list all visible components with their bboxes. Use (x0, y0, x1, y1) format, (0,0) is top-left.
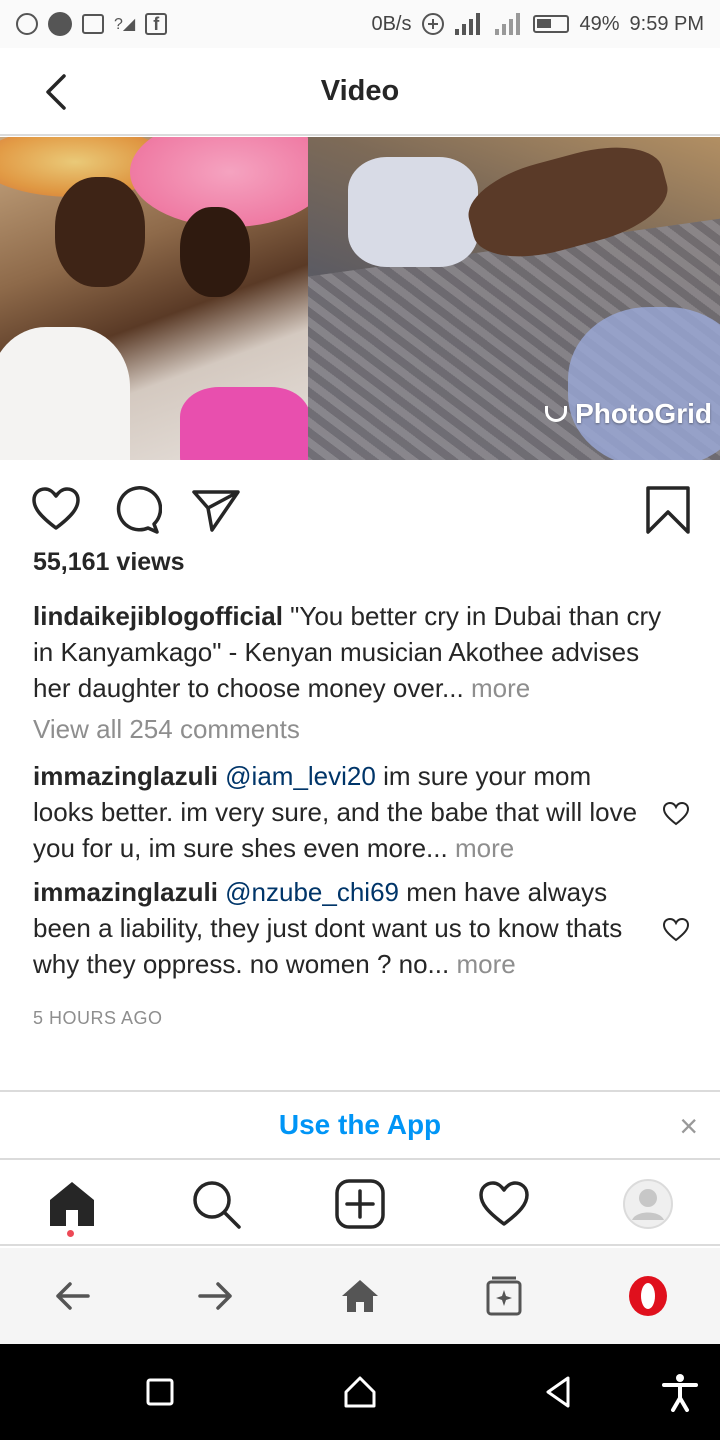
profile-avatar[interactable] (622, 1178, 674, 1230)
recents-square-icon[interactable] (140, 1372, 180, 1412)
post-actions (0, 478, 720, 538)
view-count: 55,161 views (33, 548, 185, 576)
use-app-banner: Use the App × (0, 1090, 720, 1160)
comment-mention[interactable]: @iam_levi20 (225, 761, 376, 791)
photogrid-watermark: PhotoGrid (545, 398, 712, 430)
comment-like-heart-icon[interactable] (662, 800, 690, 828)
save-bookmark-icon[interactable] (642, 484, 694, 536)
page-header: Video (0, 48, 720, 136)
app-notification-icon (48, 12, 72, 36)
back-button[interactable] (38, 72, 78, 112)
facebook-notification-icon: f (145, 13, 168, 35)
opera-menu-icon[interactable] (626, 1274, 670, 1318)
search-icon[interactable] (190, 1178, 242, 1230)
comment-item: immazinglazuli @nzube_chi69 men have alw… (33, 874, 643, 982)
signal-icon (455, 13, 481, 35)
system-home-icon[interactable] (340, 1372, 380, 1412)
like-heart-icon[interactable] (30, 484, 82, 536)
caption-more-link[interactable]: more (471, 673, 530, 703)
battery-icon (533, 15, 570, 33)
view-all-comments-link[interactable]: View all 254 comments (33, 714, 300, 745)
comment-item: immazinglazuli @iam_levi20 im sure your … (33, 758, 643, 866)
system-back-triangle-icon[interactable] (538, 1372, 578, 1412)
browser-back-arrow-icon[interactable] (50, 1274, 94, 1318)
home-active-indicator (67, 1230, 74, 1237)
home-icon[interactable] (46, 1178, 98, 1230)
data-saver-icon (422, 13, 445, 35)
network-speed: 0B/s (371, 12, 412, 35)
comment-username[interactable]: immazinglazuli (33, 877, 218, 907)
post-caption: lindaikejiblogofficial "You better cry i… (33, 598, 683, 706)
status-bar: ?◢ f 0B/s 49% 9:59 PM (0, 0, 720, 48)
accessibility-icon[interactable] (660, 1372, 700, 1412)
signal-icon-secondary (495, 13, 521, 35)
no-signal-icon: ?◢ (114, 16, 136, 33)
system-nav-bar (0, 1344, 720, 1440)
comment-username[interactable]: immazinglazuli (33, 761, 218, 791)
image-notification-icon (82, 14, 104, 34)
chat-notification-icon (16, 13, 38, 35)
browser-toolbar (0, 1248, 720, 1344)
video-frame-left (0, 137, 308, 460)
clock: 9:59 PM (629, 12, 704, 35)
instagram-bottom-nav (0, 1160, 720, 1246)
comment-more-link[interactable]: more (456, 949, 515, 979)
smile-icon (545, 406, 568, 422)
video-frame-right: PhotoGrid (308, 137, 720, 460)
video-player[interactable]: PhotoGrid (0, 137, 720, 460)
browser-forward-arrow-icon[interactable] (194, 1274, 238, 1318)
share-send-icon[interactable] (190, 484, 242, 536)
activity-heart-icon[interactable] (478, 1178, 530, 1230)
comment-mention[interactable]: @nzube_chi69 (225, 877, 399, 907)
comment-like-heart-icon[interactable] (662, 916, 690, 944)
comment-bubble-icon[interactable] (110, 484, 162, 536)
post-timestamp: 5 HOURS AGO (33, 1008, 163, 1028)
comment-more-link[interactable]: more (455, 833, 514, 863)
close-icon[interactable]: × (679, 1110, 698, 1142)
browser-home-icon[interactable] (338, 1274, 382, 1318)
use-the-app-link[interactable]: Use the App (279, 1109, 441, 1141)
new-post-icon[interactable] (334, 1178, 386, 1230)
battery-percent: 49% (579, 12, 620, 35)
browser-tabs-icon[interactable] (482, 1274, 526, 1318)
caption-username[interactable]: lindaikejiblogofficial (33, 601, 283, 631)
page-title: Video (320, 74, 400, 107)
